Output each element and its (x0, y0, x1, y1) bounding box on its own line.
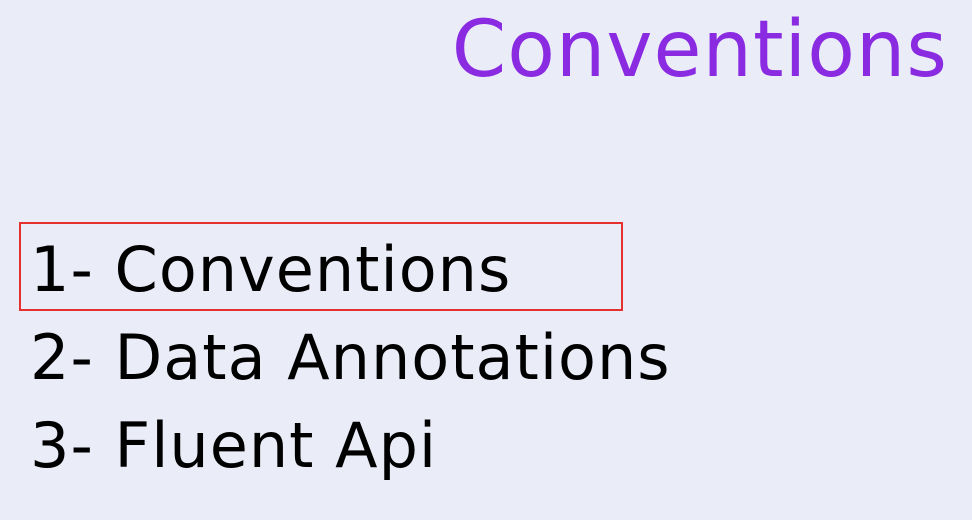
list-item-data-annotations: 2- Data Annotations (30, 321, 671, 394)
slide: Conventions 1- Conventions 2- Data Annot… (0, 0, 972, 520)
topic-list: 1- Conventions 2- Data Annotations 3- Fl… (30, 226, 671, 490)
slide-title: Conventions (451, 5, 948, 95)
list-item-conventions: 1- Conventions (30, 233, 512, 306)
list-item-fluent-api: 3- Fluent Api (30, 409, 438, 482)
